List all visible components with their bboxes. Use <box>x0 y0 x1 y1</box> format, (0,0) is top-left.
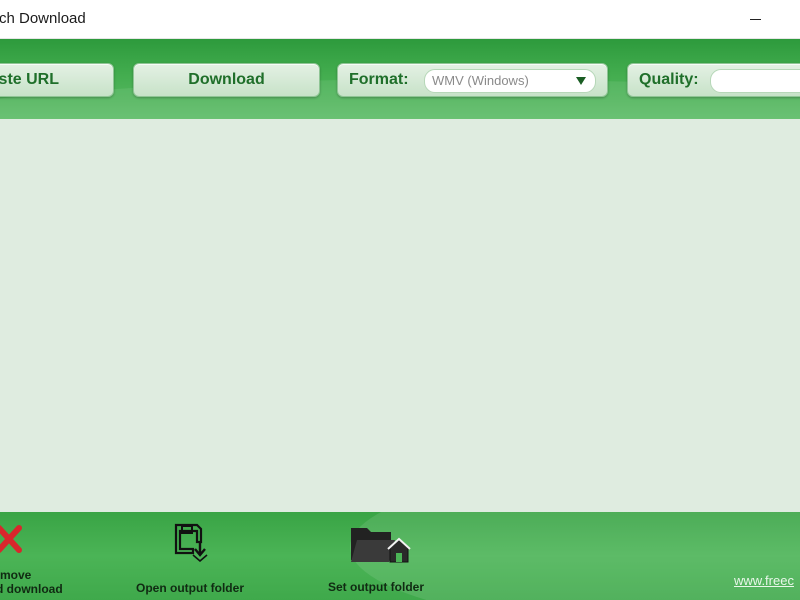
set-output-folder-button[interactable]: Set output folder <box>327 520 442 596</box>
x-icon <box>0 525 22 553</box>
chevron-down-icon <box>576 77 586 85</box>
remove-label-line2: d download <box>0 582 63 596</box>
window-title: ch Download <box>0 10 86 27</box>
quality-dropdown[interactable] <box>710 69 800 93</box>
open-output-label: Open output folder <box>136 581 244 595</box>
quality-panel: Quality: <box>627 63 800 97</box>
website-link[interactable]: www.freec <box>734 573 794 588</box>
remove-download-button[interactable]: move d download <box>0 524 71 596</box>
remove-label-line1: move <box>0 568 32 582</box>
folder-home-icon <box>351 528 411 563</box>
bottom-bar: move d download Open output folder Set o… <box>0 512 800 600</box>
format-panel: Format: WMV (Windows) <box>337 63 608 97</box>
format-selected-value: WMV (Windows) <box>432 73 529 88</box>
save-disk-arrow-icon <box>174 523 208 562</box>
quality-label: Quality: <box>639 71 699 88</box>
paste-url-button[interactable]: ste URL <box>0 63 114 97</box>
open-output-folder-button[interactable]: Open output folder <box>135 520 260 596</box>
toolbar: ste URL Download Format: WMV (Windows) Q… <box>0 39 800 119</box>
minimize-button[interactable] <box>749 8 763 28</box>
format-label: Format: <box>349 71 409 88</box>
set-output-label: Set output folder <box>328 580 424 594</box>
download-list[interactable] <box>0 119 800 512</box>
download-label: Download <box>188 71 265 88</box>
title-bar: ch Download <box>0 0 800 39</box>
paste-url-label: ste URL <box>0 71 59 88</box>
download-button[interactable]: Download <box>133 63 320 97</box>
format-dropdown[interactable]: WMV (Windows) <box>424 69 596 93</box>
